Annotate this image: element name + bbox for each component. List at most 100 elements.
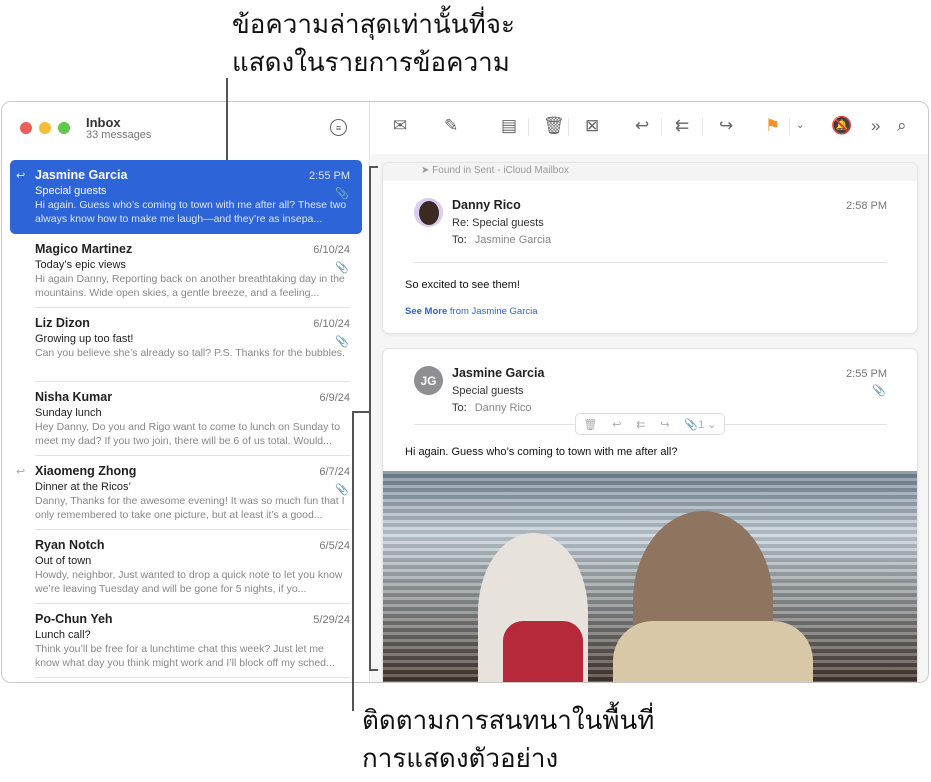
divider — [702, 118, 703, 136]
message-list-item[interactable]: Liz Dizon 6/10/24 Growing up too fast! 📎 C… — [10, 308, 362, 382]
divider — [414, 262, 887, 263]
message-card-jasmine[interactable]: JG Jasmine Garcia Special guests To: Dann… — [382, 348, 918, 682]
minimize-button[interactable] — [39, 122, 51, 134]
message-count: 33 messages — [86, 129, 152, 141]
replied-icon: ↩ — [16, 170, 26, 182]
date: 2:55 PM — [309, 170, 350, 182]
window-controls — [20, 122, 70, 134]
archive-icon[interactable]: ▤ — [501, 116, 517, 136]
recipient: To: Jasmine Garcia — [452, 234, 551, 246]
attachment-icon: 📎 — [872, 385, 886, 397]
sender: Jasmine Garcia — [35, 168, 128, 182]
envelope-icon[interactable]: ✉ — [393, 116, 407, 136]
sender: Nisha Kumar — [35, 390, 113, 404]
more-icon[interactable]: » — [871, 116, 880, 136]
trash-icon[interactable]: 🗑 — [583, 418, 597, 431]
message-body: Hi again. Guess who’s coming to town wit… — [405, 446, 678, 458]
callout-top-line1: ข้อความล่าสุดเท่านั้นที่จะ — [232, 10, 515, 40]
mailbox-title: Inbox — [86, 115, 121, 130]
callout-bracket — [369, 166, 371, 671]
date: 5/29/24 — [313, 614, 350, 626]
search-icon[interactable]: ⌕ — [897, 116, 907, 136]
subject: Today’s epic views — [35, 259, 126, 271]
divider — [35, 677, 350, 678]
preview: Howdy, neighbor, Just wanted to drop a q… — [35, 569, 343, 595]
close-button[interactable] — [20, 122, 32, 134]
subject: Out of town — [35, 555, 92, 567]
see-more-label: See More — [405, 306, 448, 317]
message-list-item[interactable]: ↩ Jasmine Garcia 2:55 PM Special guests 📎 H… — [10, 160, 362, 234]
divider — [661, 118, 662, 136]
flag-icon[interactable]: ⚑ — [765, 116, 780, 136]
filter-icon[interactable]: ≡ — [330, 119, 347, 136]
preview: Hi again. Guess who’s coming to town wit… — [35, 199, 347, 225]
date: 6/10/24 — [313, 244, 350, 256]
to-label: To: — [452, 234, 467, 246]
message-list-pane: Inbox 33 messages ≡ ↩ Jasmine Garcia 2:55… — [2, 102, 370, 682]
message-list-item[interactable]: Nisha Kumar 6/9/24 Sunday lunch Hey Danny… — [10, 382, 362, 456]
forward-icon[interactable]: ↪ — [719, 116, 733, 136]
timestamp: 2:58 PM — [846, 200, 887, 212]
message-list-item[interactable]: Ryan Notch 6/5/24 Out of town Howdy, neig… — [10, 530, 362, 604]
message-card-danny[interactable]: ➤ Found in Sent - iCloud Mailbox Danny R… — [382, 162, 918, 334]
junk-icon[interactable]: ⊠ — [585, 116, 599, 136]
avatar: JG — [414, 366, 443, 395]
message-list-item[interactable]: ↩ Xiaomeng Zhong 6/7/24 Dinner at the Ric… — [10, 456, 362, 530]
reply-icon[interactable]: ↩ — [635, 116, 649, 136]
subject: Dinner at the Ricos’ — [35, 481, 131, 493]
callout-bracket-top — [369, 166, 378, 168]
zoom-button[interactable] — [58, 122, 70, 134]
callout-bracket-bottom — [369, 669, 378, 671]
callout-bottom-line1: ติดตามการสนทนาในพื้นที่ — [362, 706, 655, 736]
callout-bottom: ติดตามการสนทนาในพื้นที่ การแสดงตัวอย่าง — [362, 702, 654, 778]
preview: Hi again Danny, Reporting back on anothe… — [35, 273, 345, 299]
attached-photo[interactable] — [383, 471, 917, 682]
preview: Can you believe she’s already so tall? P… — [35, 347, 345, 359]
photo-person-left-clothes — [503, 621, 583, 682]
message-list: ↩ Jasmine Garcia 2:55 PM Special guests 📎 H… — [10, 160, 362, 678]
compose-icon[interactable]: ✎ — [444, 116, 458, 136]
hover-actions: 🗑 ↩ ⇇ ↪ 📎1 ⌄ — [575, 413, 725, 435]
attachment-icon: 📎 — [335, 336, 349, 348]
sender: Liz Dizon — [35, 316, 90, 330]
message-list-item[interactable]: Po-Chun Yeh 5/29/24 Lunch call? Think you… — [10, 604, 362, 678]
preview: Danny, Thanks for the awesome evening! I… — [35, 495, 345, 521]
subject: Special guests — [35, 185, 107, 197]
found-in-text: Found in Sent - iCloud Mailbox — [432, 165, 569, 176]
recipient: To: Danny Rico — [452, 402, 532, 414]
message-body: So excited to see them! — [405, 279, 520, 291]
subject: Re: Special guests — [452, 217, 544, 229]
reply-all-icon[interactable]: ⇇ — [675, 116, 689, 136]
sender: Magico Martinez — [35, 242, 133, 256]
to-label: To: — [452, 402, 467, 414]
timestamp: 2:55 PM — [846, 368, 887, 380]
attachment-menu[interactable]: 📎1 ⌄ — [684, 418, 716, 431]
message-list-item[interactable]: Magico Martinez 6/10/24 Today’s epic vie… — [10, 234, 362, 308]
attachment-count: 1 — [698, 418, 705, 431]
mute-icon[interactable]: 🔕 — [831, 116, 852, 136]
forward-icon[interactable]: ↪ — [660, 418, 669, 431]
subject: Growing up too fast! — [35, 333, 134, 345]
sender: Ryan Notch — [35, 538, 105, 552]
trash-icon[interactable]: 🗑 — [543, 116, 565, 136]
subject: Lunch call? — [35, 629, 91, 641]
sender-name: Danny Rico — [452, 198, 521, 212]
conversation-view: ➤ Found in Sent - iCloud Mailbox Danny R… — [371, 154, 928, 682]
reply-all-icon[interactable]: ⇇ — [636, 418, 645, 431]
replied-icon: ↩ — [16, 466, 26, 478]
divider — [789, 118, 790, 136]
date: 6/10/24 — [313, 318, 350, 330]
chevron-down-icon[interactable]: ⌄ — [796, 116, 804, 136]
reply-icon[interactable]: ↩ — [612, 418, 621, 431]
subject: Sunday lunch — [35, 407, 102, 419]
divider — [568, 118, 569, 136]
sender-name: Jasmine Garcia — [452, 366, 545, 380]
callout-bottom-leader — [352, 411, 354, 711]
see-more-link[interactable]: See More from Jasmine Garcia — [405, 306, 538, 317]
callout-top-line2: แสดงในรายการข้อความ — [232, 48, 510, 78]
callout-bottom-line2: การแสดงตัวอย่าง — [362, 744, 559, 774]
date: 6/9/24 — [319, 392, 350, 404]
recipient-name[interactable]: Danny Rico — [475, 402, 532, 414]
recipient-name[interactable]: Jasmine Garcia — [475, 234, 551, 246]
preview: Hey Danny, Do you and Rigo want to come … — [35, 421, 341, 447]
